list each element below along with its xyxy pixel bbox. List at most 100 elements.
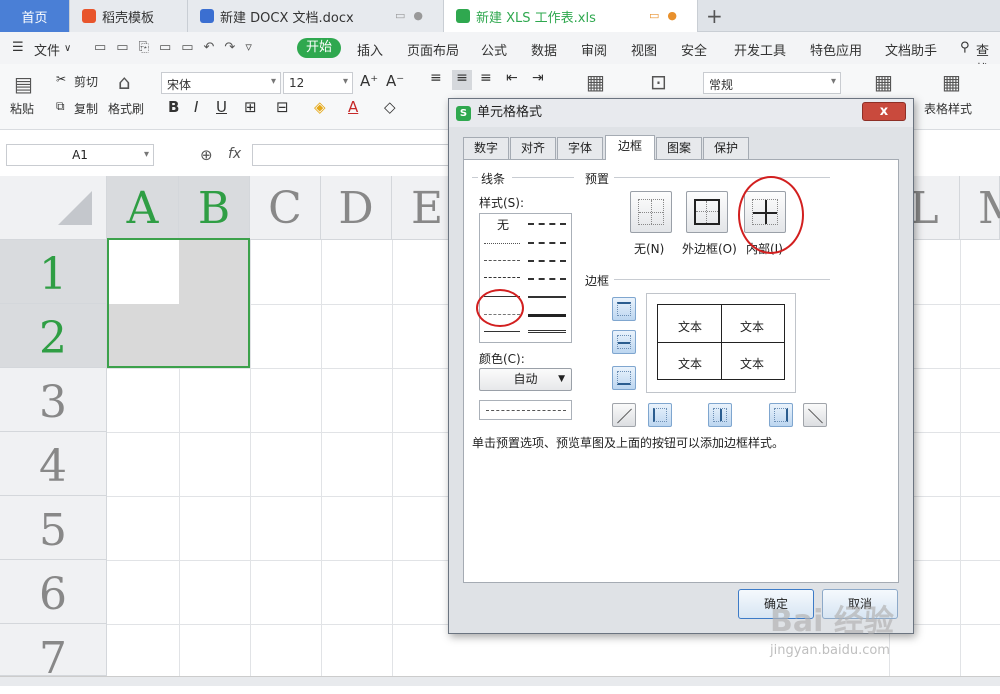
border-preview[interactable]: 文本 文本 文本 文本	[646, 293, 796, 393]
fill-color-icon[interactable]: ◈	[314, 98, 326, 116]
line-style-option[interactable]	[528, 223, 566, 225]
menu-view[interactable]: 视图	[631, 40, 657, 59]
sheet-tab-bar[interactable]	[0, 676, 1000, 686]
border-middle-v-button[interactable]	[708, 403, 732, 427]
row-header-6[interactable]: 6	[0, 560, 107, 624]
copy-icon[interactable]: ⧉	[56, 99, 65, 114]
cut-button[interactable]: 剪切	[74, 73, 98, 90]
col-header-a[interactable]: A	[107, 176, 179, 240]
line-style-option[interactable]	[528, 242, 566, 244]
indent-increase-icon[interactable]: ⇥	[532, 70, 544, 86]
border-icon[interactable]: ⊞	[244, 98, 257, 116]
line-style-option[interactable]	[528, 330, 566, 333]
row-header-7[interactable]: 7	[0, 624, 107, 684]
menu-page-layout[interactable]: 页面布局	[407, 40, 459, 59]
name-box[interactable]: A1	[6, 144, 154, 166]
line-style-option[interactable]	[484, 277, 520, 278]
indent-decrease-icon[interactable]: ⇤	[506, 70, 518, 86]
border-diagonal-up-button[interactable]	[612, 403, 636, 427]
table-style-icon[interactable]: ▦	[942, 70, 961, 94]
line-style-option[interactable]	[528, 260, 566, 262]
underline-icon[interactable]: U	[216, 98, 227, 116]
zoom-icon[interactable]: ⊕	[200, 146, 213, 164]
menu-data[interactable]: 数据	[531, 40, 557, 59]
decrease-font-icon[interactable]: A⁻	[386, 72, 404, 90]
selection-range[interactable]	[107, 238, 250, 368]
quick-access-icons[interactable]: ▭▭⎘▭▭↶↷▿	[94, 40, 262, 55]
paste-icon[interactable]: ▤	[14, 72, 33, 96]
new-tab-button[interactable]: +	[706, 4, 723, 28]
menu-security[interactable]: 安全	[681, 40, 707, 59]
col-header-c[interactable]: C	[250, 176, 321, 240]
line-style-option[interactable]	[484, 260, 520, 261]
line-style-option[interactable]	[484, 243, 520, 244]
menu-insert[interactable]: 插入	[357, 40, 383, 59]
scissors-icon[interactable]: ✂	[56, 72, 66, 86]
row-header-1[interactable]: 1	[0, 240, 107, 304]
tab-protection[interactable]: 保护	[703, 137, 749, 159]
number-format-select[interactable]: 常规	[703, 72, 841, 94]
table-style-button[interactable]: 表格样式	[924, 100, 972, 117]
align-top-icon[interactable]: ≡	[430, 70, 442, 86]
italic-icon[interactable]: I	[194, 98, 198, 116]
tab-controls-icon[interactable]: ▭●	[649, 9, 685, 22]
border-left-button[interactable]	[648, 403, 672, 427]
hamburger-icon[interactable]: ☰	[12, 40, 24, 55]
conditional-format-icon[interactable]: ▦	[874, 70, 893, 94]
row-header-5[interactable]: 5	[0, 496, 107, 560]
tab-docx[interactable]: 新建 DOCX 文档.docx ▭●	[188, 0, 444, 32]
bold-icon[interactable]: B	[168, 98, 179, 116]
line-style-option[interactable]	[528, 278, 566, 280]
border-right-button[interactable]	[769, 403, 793, 427]
preset-outline-button[interactable]	[686, 191, 728, 233]
select-all-corner[interactable]	[0, 176, 107, 240]
wrap-text-icon[interactable]: ⊡	[650, 70, 667, 94]
menu-file[interactable]: 文件	[34, 40, 60, 59]
preset-none-button[interactable]	[630, 191, 672, 233]
line-style-option[interactable]	[528, 296, 566, 298]
row-header-2[interactable]: 2	[0, 304, 107, 368]
increase-font-icon[interactable]: A⁺	[360, 72, 378, 90]
row-header-3[interactable]: 3	[0, 368, 107, 432]
font-color-icon[interactable]: A	[348, 98, 358, 116]
menu-formula[interactable]: 公式	[481, 40, 507, 59]
eraser-icon[interactable]: ◇	[384, 98, 396, 116]
menu-review[interactable]: 审阅	[581, 40, 607, 59]
close-button[interactable]: x	[862, 102, 906, 121]
paste-button[interactable]: 粘贴	[10, 100, 34, 117]
line-style-option[interactable]	[528, 314, 566, 317]
line-style-option[interactable]	[484, 331, 520, 332]
font-size-select[interactable]: 12	[283, 72, 353, 94]
font-name-select[interactable]: 宋体	[161, 72, 281, 94]
tab-controls-icon[interactable]: ▭●	[395, 9, 431, 22]
border-top-button[interactable]	[612, 297, 636, 321]
align-bottom-icon[interactable]: ≡	[480, 70, 492, 86]
tab-home[interactable]: 首页	[0, 0, 70, 32]
search-icon[interactable]: ⚲	[960, 40, 970, 55]
col-header-m[interactable]: M	[960, 176, 1000, 240]
align-middle-icon[interactable]: ≡	[452, 70, 472, 90]
chevron-down-icon[interactable]: ∨	[64, 43, 71, 54]
copy-button[interactable]: 复制	[74, 100, 98, 117]
tab-border[interactable]: 边框	[605, 135, 655, 160]
row-header-4[interactable]: 4	[0, 432, 107, 496]
menu-dev-tools[interactable]: 开发工具	[734, 40, 786, 59]
format-painter-icon[interactable]: ⌂	[118, 70, 131, 94]
tab-xls[interactable]: 新建 XLS 工作表.xls ▭●	[444, 0, 698, 32]
merge-center-icon[interactable]: ▦	[586, 70, 605, 94]
border-middle-h-button[interactable]	[612, 330, 636, 354]
menu-start[interactable]: 开始	[297, 38, 341, 58]
tab-alignment[interactable]: 对齐	[510, 137, 556, 159]
color-dropdown[interactable]: 自动 ▼	[479, 368, 572, 391]
col-header-d[interactable]: D	[321, 176, 392, 240]
tab-font[interactable]: 字体	[557, 137, 603, 159]
col-header-b[interactable]: B	[179, 176, 250, 240]
border-diagonal-down-button[interactable]	[803, 403, 827, 427]
menu-special[interactable]: 特色应用	[810, 40, 862, 59]
fx-icon[interactable]: fx	[228, 146, 241, 162]
merge-icon[interactable]: ⊟	[276, 98, 289, 116]
format-painter-button[interactable]: 格式刷	[108, 100, 144, 117]
line-style-none[interactable]: 无	[497, 216, 509, 233]
formula-input[interactable]	[252, 144, 452, 166]
border-bottom-button[interactable]	[612, 366, 636, 390]
